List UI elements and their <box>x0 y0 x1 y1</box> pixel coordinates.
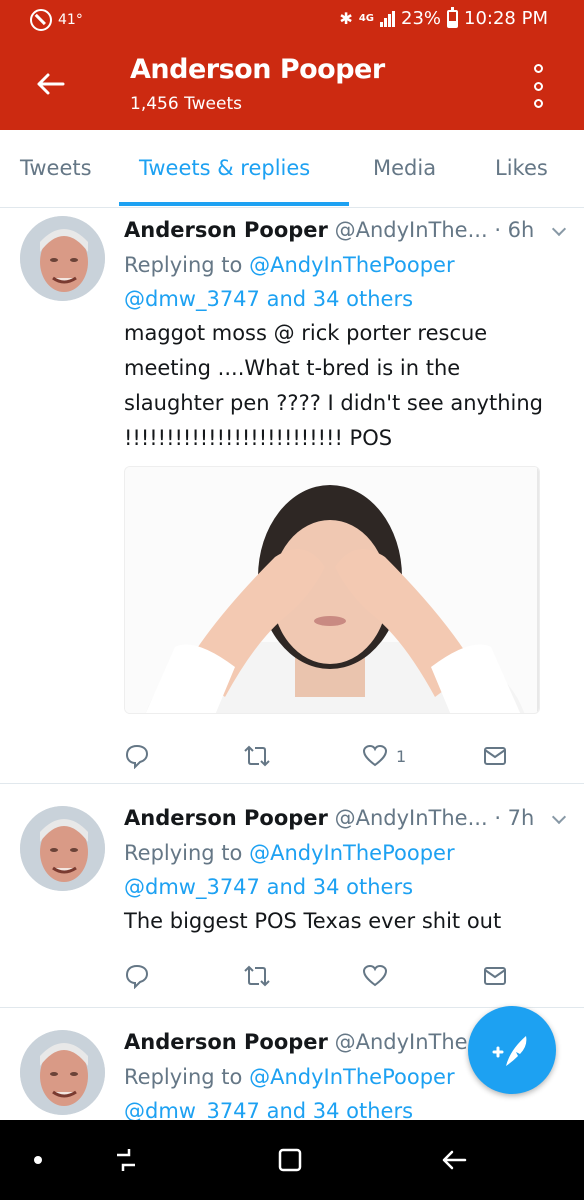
reply-bubble-icon <box>125 744 149 769</box>
chevron-down-icon[interactable] <box>551 809 567 825</box>
author-name[interactable]: Anderson Pooper <box>124 806 328 830</box>
vertical-dots-icon <box>533 64 543 73</box>
avatar-image <box>20 806 105 891</box>
retweet-button[interactable] <box>242 742 272 770</box>
woman-covering-eyes-image <box>125 467 539 713</box>
battery-percent: 23% <box>401 8 442 29</box>
avatar-image <box>20 216 105 301</box>
author-handle[interactable]: @AndyInThe... <box>335 806 488 830</box>
active-tab-indicator <box>119 202 349 206</box>
heart-icon <box>362 744 388 767</box>
status-bar: 41° ✱ 4G 23% 10:28 PM <box>0 0 584 40</box>
tab-media[interactable]: Media <box>373 156 436 180</box>
clock: 10:28 PM <box>464 8 548 29</box>
tweet-text: The biggest POS Texas ever shit out <box>124 909 502 933</box>
home-square-icon <box>278 1148 302 1172</box>
retweet-icon <box>244 965 270 987</box>
arrow-left-icon <box>37 73 65 95</box>
battery-icon <box>447 6 459 28</box>
reply-button[interactable] <box>124 742 150 770</box>
envelope-icon <box>484 747 506 765</box>
reply-user-link[interactable]: @AndyInThePooper <box>249 1065 455 1089</box>
author-name[interactable]: Anderson Pooper <box>124 218 328 242</box>
signal-icon <box>380 10 395 27</box>
system-navigation-bar <box>0 1120 584 1200</box>
author-handle[interactable]: @AndyInThe... <box>335 1030 488 1054</box>
recent-apps-button[interactable] <box>108 1142 144 1178</box>
avatar[interactable] <box>20 1030 105 1115</box>
like-button[interactable] <box>362 962 388 990</box>
tweet-header: Anderson Pooper @AndyInThe... · 7h <box>124 800 567 836</box>
avatar-image <box>20 1030 105 1115</box>
tweet-actions: 1 <box>124 742 514 770</box>
reply-bubble-icon <box>125 964 149 989</box>
like-button[interactable]: 1 <box>362 742 406 770</box>
reply-user-link[interactable]: @AndyInThePooper <box>249 253 455 277</box>
tweet-body: Anderson Pooper @AndyInThe... · 7h Reply… <box>124 800 567 939</box>
temperature-text: 41° <box>58 12 83 28</box>
direct-message-button[interactable] <box>482 742 508 770</box>
tweet-header: Anderson Pooper @AndyInThe... · 6h <box>124 212 567 248</box>
replying-to: Replying to @AndyInThePooper @dmw_3747 a… <box>124 836 564 904</box>
like-count: 1 <box>396 746 407 766</box>
avatar[interactable] <box>20 216 105 301</box>
direct-message-button[interactable] <box>482 962 508 990</box>
reply-user-link[interactable]: @AndyInThePooper <box>249 841 455 865</box>
envelope-icon <box>484 967 506 985</box>
profile-tabs: Tweets Tweets & replies Media Likes <box>0 130 584 208</box>
tweet-time: · 6h <box>494 218 535 242</box>
heart-icon <box>362 964 388 987</box>
compose-tweet-button[interactable] <box>468 1006 556 1094</box>
status-left: 41° <box>30 9 83 31</box>
replying-prefix: Replying to <box>124 1065 243 1089</box>
back-button[interactable] <box>30 64 70 104</box>
chevron-down-icon[interactable] <box>551 221 567 237</box>
author-name[interactable]: Anderson Pooper <box>124 1030 328 1054</box>
tweet-time: · 7h <box>494 806 535 830</box>
tweet-text: maggot moss @ rick porter rescue meeting… <box>124 321 543 450</box>
reply-others-link[interactable]: @dmw_3747 and 34 others <box>124 287 413 311</box>
author-handle[interactable]: @AndyInThe... <box>335 218 488 242</box>
recent-apps-icon <box>117 1149 135 1171</box>
avatar[interactable] <box>20 806 105 891</box>
status-right: ✱ 4G 23% 10:28 PM <box>339 6 548 29</box>
network-type: 4G <box>358 12 374 24</box>
tweet-actions <box>124 962 514 990</box>
tweet-count: 1,456 Tweets <box>130 94 242 114</box>
top-bar: 41° ✱ 4G 23% 10:28 PM Anderson Pooper 1,… <box>0 0 584 130</box>
reply-button[interactable] <box>124 962 150 990</box>
retweet-button[interactable] <box>242 962 272 990</box>
more-options-button[interactable] <box>528 64 548 108</box>
system-back-button[interactable] <box>436 1142 472 1178</box>
reply-others-link[interactable]: @dmw_3747 and 34 others <box>124 1099 413 1120</box>
reply-others-link[interactable]: @dmw_3747 and 34 others <box>124 875 413 899</box>
tweet[interactable]: Anderson Pooper @AndyInThe... · 6h Reply… <box>0 208 584 784</box>
replying-to: Replying to @AndyInThePooper @dmw_3747 a… <box>124 248 564 316</box>
compose-feather-icon <box>492 1036 527 1066</box>
tab-likes[interactable]: Likes <box>495 156 548 180</box>
bluetooth-icon: ✱ <box>339 9 353 28</box>
tweet-body: Anderson Pooper @AndyInThe... · 6h Reply… <box>124 212 567 714</box>
tab-tweets-and-replies[interactable]: Tweets & replies <box>139 156 310 180</box>
home-button[interactable] <box>272 1142 308 1178</box>
back-arrow-icon <box>442 1150 467 1170</box>
dot-icon <box>34 1156 42 1164</box>
tweet[interactable]: Anderson Pooper @AndyInThe... · 7h Reply… <box>0 784 584 1008</box>
retweet-icon <box>244 745 270 767</box>
nav-dot-button[interactable] <box>20 1142 56 1178</box>
do-not-disturb-icon <box>30 9 52 31</box>
tweet-media-image[interactable] <box>124 466 540 714</box>
replying-prefix: Replying to <box>124 253 243 277</box>
profile-header: Anderson Pooper 1,456 Tweets <box>0 40 584 130</box>
tab-tweets[interactable]: Tweets <box>20 156 92 180</box>
profile-title: Anderson Pooper <box>130 54 385 85</box>
replying-prefix: Replying to <box>124 841 243 865</box>
tweet-feed[interactable]: Anderson Pooper @AndyInThe... · 6h Reply… <box>0 208 584 1120</box>
